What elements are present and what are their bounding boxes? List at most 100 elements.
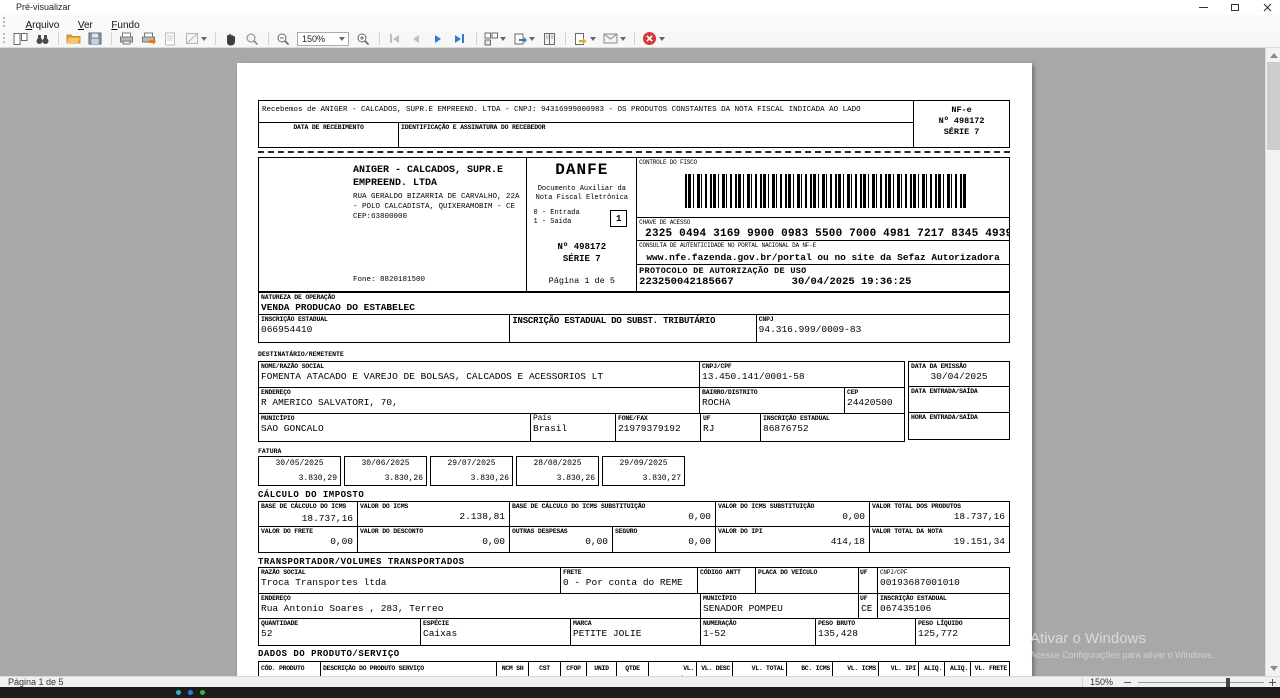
zoom-slider-track[interactable] (1138, 682, 1264, 683)
data-recebimento-label: DATA DE RECEBIMENTO (259, 123, 398, 132)
scrollbar-thumb[interactable] (1267, 62, 1280, 150)
transp-placa-label: PLACA DO VEÍCULO (756, 568, 858, 577)
zoom-slider-thumb[interactable] (1226, 678, 1230, 687)
watermark-subtitle: Acesse Configurações para ativar o Windo… (1030, 650, 1280, 660)
col-vl-icms: VL. ICMS (833, 662, 878, 675)
imposto-section: BASE DE CÁLCULO DO ICMS18.737,16 VALOR D… (258, 501, 1010, 553)
zoom-tool-button[interactable] (244, 31, 260, 47)
find-button[interactable] (34, 31, 50, 47)
chave-acesso-label: CHAVE DE ACESSO (637, 218, 1009, 227)
preview-button[interactable] (162, 31, 178, 47)
col-vl-desc: VL. DESC (697, 662, 732, 675)
transp-frete: 0 - Por conta do REME (561, 577, 697, 589)
minimize-button[interactable] (1188, 0, 1218, 15)
zoom-combobox[interactable]: 150% (297, 32, 349, 46)
image-mode-dropdown-icon[interactable] (201, 37, 207, 41)
maximize-button[interactable] (1220, 0, 1250, 15)
export-button[interactable] (512, 31, 528, 47)
outras-despesas-value: 0,00 (510, 536, 612, 548)
close-button[interactable] (1252, 0, 1280, 15)
image-icon (185, 32, 199, 45)
open-button[interactable] (65, 31, 81, 47)
receipt-text: Recebemos de ANIGER - CALCADOS, SUPR.E E… (259, 101, 913, 115)
transp-marca-label: MARCA (571, 619, 700, 628)
previous-page-button[interactable] (408, 31, 424, 47)
export-dropdown-icon[interactable] (529, 37, 535, 41)
transportador-section-title: TRANSPORTADOR/VOLUMES TRANSPORTADOS (258, 557, 1010, 567)
send-document-dropdown-icon[interactable] (590, 37, 596, 41)
windows-taskbar[interactable] (0, 687, 1280, 698)
scroll-down-icon[interactable] (1270, 666, 1278, 671)
vertical-scrollbar[interactable] (1265, 48, 1280, 676)
transp-ie: 067435106 (878, 603, 1009, 615)
watermark-title: Ativar o Windows (1030, 630, 1280, 647)
mail-button[interactable] (602, 31, 618, 47)
transp-especie-label: ESPÉCIE (421, 619, 570, 628)
menu-bar: Arquivo Ver Fundo (0, 15, 1280, 30)
dest-fone: 21979379192 (616, 423, 700, 435)
close-preview-dropdown-icon[interactable] (659, 37, 665, 41)
destinatario-section-title: DESTINATÁRIO/REMETENTE (258, 351, 1010, 358)
book-view-button[interactable] (541, 31, 557, 47)
toolbar-grip[interactable] (3, 33, 5, 43)
taskbar-app-icon-1[interactable] (176, 690, 181, 695)
dest-uf: RJ (701, 423, 760, 435)
print-direct-button[interactable] (140, 31, 156, 47)
page-layout-icon (13, 32, 28, 46)
zoom-out-button[interactable] (275, 31, 291, 47)
image-mode-button[interactable] (184, 31, 200, 47)
fatura-section: 30/05/2025 3.830,29 30/06/2025 3.830,26 … (258, 456, 1010, 486)
transp-placa (756, 577, 858, 578)
data-emissao-label: DATA DA EMISSÃO (909, 362, 1009, 371)
imposto-section-title: CÁLCULO DO IMPOSTO (258, 490, 1010, 500)
nfe-serie: SÉRIE 7 (944, 127, 980, 138)
menubar-grip[interactable] (3, 17, 5, 27)
bc-icms-st-label: BASE DE CÁLCULO DO ICMS SUBSTITUIÇÃO (510, 502, 715, 511)
send-document-button[interactable] (572, 31, 588, 47)
emitente-block: ANIGER - CALCADOS, SUPR.E EMPREEND. LTDA… (259, 158, 527, 291)
scroll-up-icon[interactable] (1270, 53, 1278, 58)
transportador-section: RAZÃO SOCIALTroca Transportes ltda FRETE… (258, 567, 1010, 646)
export-icon (513, 32, 527, 46)
produtos-section-title: DADOS DO PRODUTO/SERVIÇO (258, 649, 1010, 659)
multi-page-view-button[interactable] (483, 31, 499, 47)
col-aliq-icms: ALIQ. ICMS (919, 662, 944, 676)
parcela-1-valor: 3.830,29 (259, 474, 340, 485)
close-preview-button[interactable] (641, 31, 657, 47)
dest-cnpj: 13.450.141/0001-58 (700, 371, 904, 383)
col-ncm: NCM SH (497, 662, 528, 675)
nfe-numero: Nº 498172 (939, 116, 985, 127)
zoom-combo-dropdown[interactable] (336, 33, 348, 45)
first-page-button[interactable] (386, 31, 402, 47)
next-page-button[interactable] (430, 31, 446, 47)
dest-fone-label: FONE/FAX (616, 414, 700, 423)
assinatura-label: IDENTIFICAÇÃO E ASSINATURA DO RECEBEDOR (399, 123, 913, 132)
receipt-section: Recebemos de ANIGER - CALCADOS, SUPR.E E… (258, 100, 1010, 148)
taskbar-app-icon-2[interactable] (188, 690, 193, 695)
seguro-value: 0,00 (613, 536, 715, 548)
vl-desconto-label: VALOR DO DESCONTO (358, 527, 509, 536)
consulta-label: CONSULTA DE AUTENTICIDADE NO PORTAL NACI… (637, 241, 1009, 250)
transp-frete-label: FRETE (561, 568, 697, 577)
mail-dropdown-icon[interactable] (620, 37, 626, 41)
last-page-button[interactable] (452, 31, 468, 47)
save-button[interactable] (87, 31, 103, 47)
col-qtde: QTDE (617, 662, 648, 675)
print-button[interactable] (118, 31, 134, 47)
danfe-serie: SÉRIE 7 (527, 253, 636, 265)
dest-bairro-label: BAIRRO/DISTRITO (700, 388, 844, 397)
zoom-value: 150% (298, 34, 336, 44)
ie-subst-label: INSCRIÇÃO ESTADUAL DO SUBST. TRIBUTÁRIO (510, 315, 755, 326)
vl-icms-st-value: 0,00 (716, 511, 869, 523)
fatura-parcela-3: 29/07/2025 3.830,26 (430, 456, 513, 486)
transp-antt (698, 577, 755, 578)
document-preview-icon (164, 32, 176, 46)
zoom-minus-icon[interactable] (1124, 682, 1131, 683)
emitente-nome: ANIGER - CALCADOS, SUPR.E EMPREEND. LTDA (353, 164, 526, 190)
multi-page-dropdown-icon[interactable] (500, 37, 506, 41)
transp-cnpj-label: CNPJ/CPF (878, 568, 1009, 577)
page-layout-button[interactable] (12, 31, 28, 47)
pan-button[interactable] (222, 31, 238, 47)
zoom-in-button[interactable] (355, 31, 371, 47)
taskbar-app-icon-3[interactable] (200, 690, 205, 695)
